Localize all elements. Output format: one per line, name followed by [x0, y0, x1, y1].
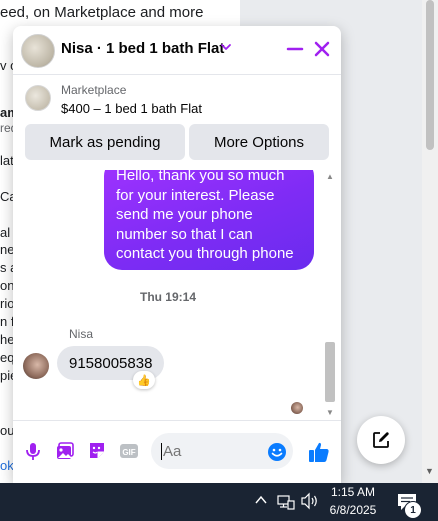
sticker-icon[interactable] [87, 441, 107, 461]
emoji-icon[interactable] [267, 442, 287, 462]
page-scrollbar-thumb[interactable] [426, 0, 434, 150]
message-thread: Hello, thank you so much for your intere… [13, 170, 341, 418]
page-scrollbar[interactable]: ▼ [422, 0, 438, 483]
chat-header: Nisa · 1 bed 1 bath Flat [13, 26, 341, 75]
listing-thumbnail [25, 85, 51, 111]
outgoing-message[interactable]: Hello, thank you so much for your intere… [104, 170, 314, 270]
network-icon[interactable] [277, 493, 295, 511]
chat-scrollbar-thumb[interactable] [325, 342, 335, 402]
notification-badge: 1 [404, 501, 422, 519]
taskbar: 1:15 AM 6/8/2025 1 [0, 483, 438, 521]
close-icon[interactable] [313, 40, 331, 58]
scroll-down-arrow-icon[interactable]: ▼ [425, 466, 434, 476]
photo-icon[interactable] [55, 441, 75, 461]
listing-avatar[interactable] [21, 34, 55, 68]
svg-text:GIF: GIF [122, 448, 135, 457]
minimize-icon[interactable] [286, 40, 304, 58]
chat-title[interactable]: Nisa · 1 bed 1 bath Flat [61, 40, 224, 57]
more-options-button[interactable]: More Options [189, 124, 329, 160]
background-text: eed, on Marketplace and more [0, 4, 204, 21]
listing-source: Marketplace [61, 83, 127, 97]
mark-as-pending-button[interactable]: Mark as pending [25, 124, 185, 160]
message-composer: GIF [13, 420, 341, 483]
seen-receipt-avatar [291, 402, 303, 414]
microphone-icon[interactable] [23, 441, 43, 461]
listing-card[interactable]: Marketplace $400 – 1 bed 1 bath Flat [13, 75, 341, 123]
gif-icon[interactable]: GIF [119, 441, 139, 461]
chevron-down-icon[interactable] [220, 41, 232, 53]
chat-scrollbar[interactable]: ▲ ▼ [323, 170, 337, 418]
chat-window: Nisa · 1 bed 1 bath Flat Marketplace $40… [13, 26, 341, 483]
sender-name: Nisa [69, 327, 94, 341]
compose-icon [373, 432, 389, 448]
text-caret [161, 443, 162, 460]
scroll-up-arrow-icon[interactable]: ▲ [326, 172, 334, 181]
thumbs-up-reaction[interactable]: 👍 [133, 371, 155, 389]
clock-date[interactable]: 6/8/2025 [322, 503, 384, 517]
clock-time[interactable]: 1:15 AM [322, 485, 384, 499]
sender-avatar[interactable] [23, 353, 49, 379]
thumbs-up-icon[interactable] [308, 441, 330, 463]
volume-icon[interactable] [300, 492, 320, 510]
scroll-down-arrow-icon[interactable]: ▼ [326, 408, 334, 417]
message-timestamp: Thu 19:14 [139, 290, 196, 304]
background-fragment: lat [0, 153, 14, 168]
chevron-up-icon[interactable] [254, 493, 268, 507]
listing-title: $400 – 1 bed 1 bath Flat [61, 101, 202, 116]
new-message-button[interactable] [357, 416, 405, 464]
